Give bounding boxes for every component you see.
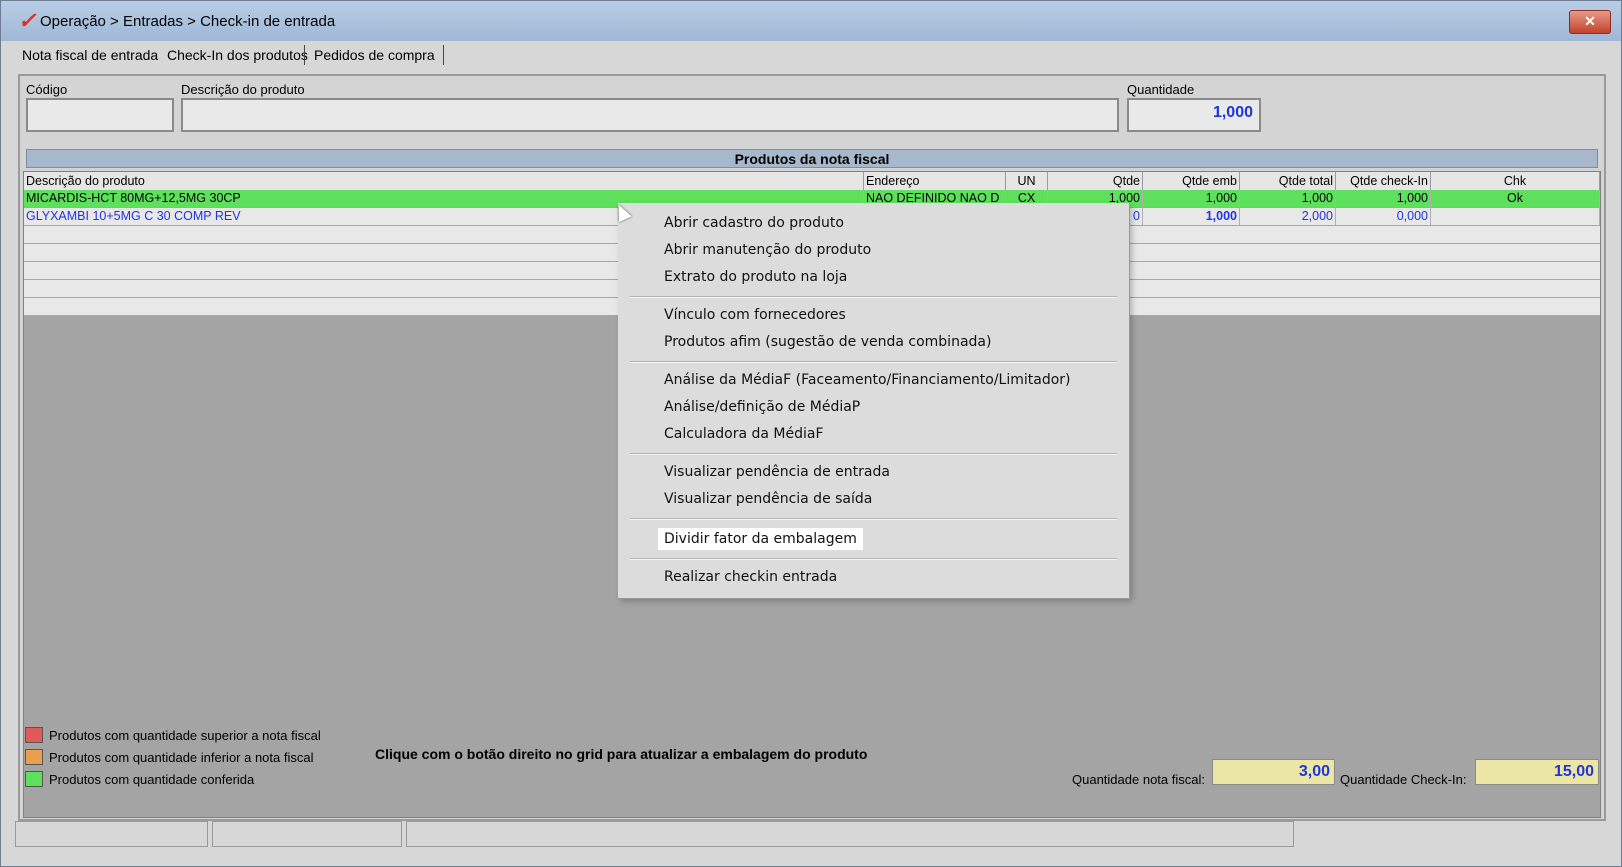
grid-header: Descrição do produto Endereço UN Qtde Qt… xyxy=(24,172,1600,191)
menu-item-pendencia-entrada[interactable]: Visualizar pendência de entrada xyxy=(664,464,890,480)
menu-item-calculadora-mediaf[interactable]: Calculadora da MédiaF xyxy=(664,426,824,442)
total-checkin-label: Quantidade Check-In: xyxy=(1340,772,1467,787)
legend-swatch-green xyxy=(25,771,43,787)
close-button[interactable]: ✕ xyxy=(1569,10,1611,34)
col-qtde-total[interactable]: Qtde total xyxy=(1240,172,1336,190)
menu-separator xyxy=(630,558,1117,560)
col-chk[interactable]: Chk xyxy=(1431,172,1600,190)
codigo-input[interactable] xyxy=(26,98,174,132)
codigo-label: Código xyxy=(26,82,68,97)
menu-item-extrato[interactable]: Extrato do produto na loja xyxy=(664,269,847,285)
context-menu: Abrir cadastro do produto Abrir manutenç… xyxy=(618,203,1129,598)
total-nota-fiscal-value: 3,00 xyxy=(1298,763,1330,780)
total-nota-fiscal-label: Quantidade nota fiscal: xyxy=(1072,772,1205,787)
quantidade-label: Quantidade xyxy=(1127,82,1195,97)
cell-chk xyxy=(1431,208,1600,225)
tab-check-in[interactable]: Check-In dos produtos xyxy=(161,43,314,67)
cell-qtde-emb: 1,000 xyxy=(1143,208,1240,225)
menu-item-vinculo-fornecedores[interactable]: Vínculo com fornecedores xyxy=(664,307,846,323)
grid-hint: Clique com o botão direito no grid para … xyxy=(375,746,868,762)
descricao-input[interactable] xyxy=(181,98,1119,132)
cell-qtde-checkin: 0,000 xyxy=(1336,208,1431,225)
status-segment xyxy=(406,821,1294,847)
menu-item-analise-mediaf[interactable]: Análise da MédiaF (Faceamento/Financiame… xyxy=(664,372,1071,388)
menu-item-abrir-cadastro[interactable]: Abrir cadastro do produto xyxy=(664,215,844,231)
menu-item-produtos-afim[interactable]: Produtos afim (sugestão de venda combina… xyxy=(664,334,991,350)
app-logo-icon: ✓ xyxy=(18,8,37,33)
legend-swatch-orange xyxy=(25,749,43,765)
tab-pedidos[interactable]: Pedidos de compra xyxy=(308,43,441,67)
quantidade-value: 1,000 xyxy=(1212,104,1253,121)
cell-qtde-checkin: 1,000 xyxy=(1336,190,1431,207)
descricao-label: Descrição do produto xyxy=(181,82,305,97)
total-checkin-value: 15,00 xyxy=(1553,763,1594,780)
status-segment xyxy=(212,821,402,847)
col-qtde[interactable]: Qtde xyxy=(1048,172,1143,190)
menu-separator xyxy=(630,453,1117,455)
title-bar: ✓ Operação > Entradas > Check-in de entr… xyxy=(1,1,1621,41)
menu-item-analise-mediap[interactable]: Análise/definição de MédiaP xyxy=(664,399,860,415)
col-qtde-checkin[interactable]: Qtde check-In xyxy=(1336,172,1431,190)
cell-qtde-total: 1,000 xyxy=(1240,190,1336,207)
app-window: ✓ Operação > Entradas > Check-in de entr… xyxy=(0,0,1622,867)
cell-qtde-emb: 1,000 xyxy=(1143,190,1240,207)
col-descricao[interactable]: Descrição do produto xyxy=(24,172,864,190)
menu-item-dividir-fator[interactable]: Dividir fator da embalagem xyxy=(658,528,863,550)
col-un[interactable]: UN xyxy=(1006,172,1048,190)
legend-swatch-red xyxy=(25,727,43,743)
tab-divider xyxy=(304,45,305,65)
col-qtde-emb[interactable]: Qtde emb xyxy=(1143,172,1240,190)
quantidade-input[interactable]: 1,000 xyxy=(1127,98,1261,132)
total-nota-fiscal-field: 3,00 xyxy=(1212,759,1335,785)
menu-item-realizar-checkin[interactable]: Realizar checkin entrada xyxy=(664,569,837,585)
window-title: Operação > Entradas > Check-in de entrad… xyxy=(40,13,336,30)
col-endereco[interactable]: Endereço xyxy=(864,172,1006,190)
menu-item-abrir-manutencao[interactable]: Abrir manutenção do produto xyxy=(664,242,871,258)
tab-nota-fiscal[interactable]: Nota fiscal de entrada xyxy=(16,43,164,67)
cell-qtde-total: 2,000 xyxy=(1240,208,1336,225)
total-checkin-field: 15,00 xyxy=(1475,759,1599,785)
menu-item-pendencia-saida[interactable]: Visualizar pendência de saída xyxy=(664,491,872,507)
panel-title: Produtos da nota fiscal xyxy=(26,149,1598,168)
menu-separator xyxy=(630,296,1117,298)
menu-separator xyxy=(630,361,1117,363)
cell-chk: Ok xyxy=(1431,190,1600,207)
tab-divider xyxy=(443,45,444,65)
menu-separator xyxy=(630,518,1117,520)
status-segment xyxy=(15,821,208,847)
